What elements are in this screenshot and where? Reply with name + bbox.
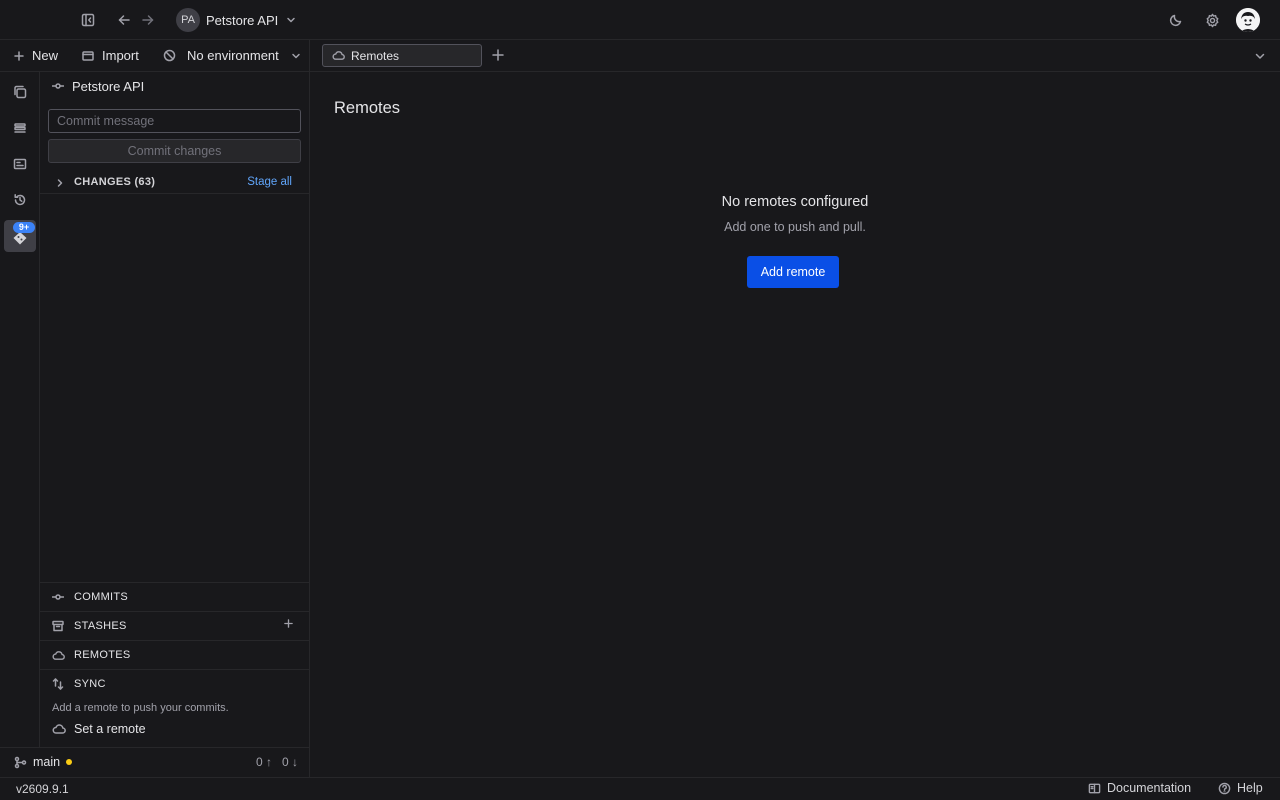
gear-icon[interactable] [1204,12,1220,28]
archive-icon [52,620,64,632]
set-remote-label: Set a remote [74,722,146,736]
section-commits-label: COMMITS [74,591,129,603]
section-commits[interactable]: COMMITS [40,582,309,611]
project-switcher[interactable]: PA Petstore API [176,8,296,32]
changes-label: CHANGES (63) [74,176,156,188]
cloud-icon [332,49,345,62]
uncommitted-dot [66,759,73,765]
branch-selector[interactable]: main [14,755,73,769]
panel-title: Petstore API [52,78,144,94]
documentation-link[interactable]: Documentation [1088,781,1191,795]
back-arrow-icon[interactable] [116,12,132,28]
help-label: Help [1237,781,1263,795]
branch-name: main [33,755,61,769]
new-button[interactable]: New [14,40,58,71]
sidebar-toolbar: New Import No environment [0,40,310,72]
plus-icon [14,50,24,61]
stack-icon[interactable] [4,112,36,144]
commit-icon [52,80,64,92]
chevron-down-icon[interactable] [1254,50,1266,62]
sync-hint: Add a remote to push your commits. [52,702,229,714]
behind-count: 0 ↓ [281,755,298,769]
changes-header[interactable]: CHANGES (63) Stage all [40,172,309,194]
cloud-icon [52,649,65,662]
chevron-right-icon [55,178,65,188]
app-version: v2609.9.1 [16,782,69,796]
empty-state-title: No remotes configured [721,194,869,210]
tab-label: Remotes [351,48,400,63]
chevron-down-icon [286,15,296,25]
sync-counts[interactable]: 0 ↑ 0 ↓ [256,755,298,769]
section-remotes-label: REMOTES [74,649,131,661]
page-title: Remotes [334,99,401,117]
commit-message-input[interactable] [48,109,301,133]
section-sync[interactable]: SYNC [40,669,309,698]
collections-icon[interactable] [4,76,36,108]
section-stashes[interactable]: STASHES [40,611,309,640]
section-remotes[interactable]: REMOTES [40,640,309,669]
branch-bar: main 0 ↑ 0 ↓ [0,747,310,777]
sidebar-toggle-icon[interactable] [80,12,96,28]
git-icon[interactable]: 9+ [4,220,36,252]
stage-all-link[interactable]: Stage all [247,176,292,188]
book-icon [1088,782,1101,795]
tab-remotes[interactable]: Remotes [322,44,482,67]
chevron-down-icon [291,51,301,61]
documentation-label: Documentation [1107,781,1192,795]
commit-icon [52,591,64,603]
history-icon[interactable] [4,184,36,216]
commit-changes-button[interactable]: Commit changes [48,139,301,163]
top-bar: PA Petstore API [0,0,1280,40]
status-bar: v2609.9.1 Documentation Help [0,777,1280,800]
no-entry-icon [163,49,176,62]
git-badge: 9+ [13,222,35,233]
add-stash-icon[interactable] [284,619,293,628]
section-stashes-label: STASHES [74,620,127,632]
import-label: Import [102,48,139,63]
new-label: New [32,48,59,63]
ahead-count: 0 ↑ [255,755,272,769]
git-panel: Petstore API Commit changes CHANGES (63)… [40,72,310,747]
newspaper-icon[interactable] [4,148,36,180]
import-icon [82,50,94,62]
project-name: Petstore API [206,12,279,28]
empty-state-subtitle: Add one to push and pull. [724,220,866,234]
sync-arrows-icon [52,678,64,690]
user-avatar[interactable] [1236,8,1260,32]
branch-icon [14,756,27,769]
panel-title-text: Petstore API [72,78,145,94]
tab-bar: Remotes [310,40,1280,72]
moon-icon[interactable] [1168,12,1184,28]
add-remote-button[interactable]: Add remote [747,256,839,288]
section-sync-label: SYNC [74,678,106,690]
help-link[interactable]: Help [1218,781,1263,795]
project-avatar: PA [176,8,200,32]
add-tab-icon[interactable] [492,49,504,61]
activity-rail: 9+ [0,72,40,747]
import-button[interactable]: Import [82,40,139,71]
forward-arrow-icon[interactable] [140,12,156,28]
environment-selector[interactable]: No environment [163,40,301,71]
cloud-icon [52,722,66,736]
environment-label: No environment [187,48,279,63]
help-icon [1218,782,1231,795]
set-remote-button[interactable]: Set a remote [52,722,146,736]
